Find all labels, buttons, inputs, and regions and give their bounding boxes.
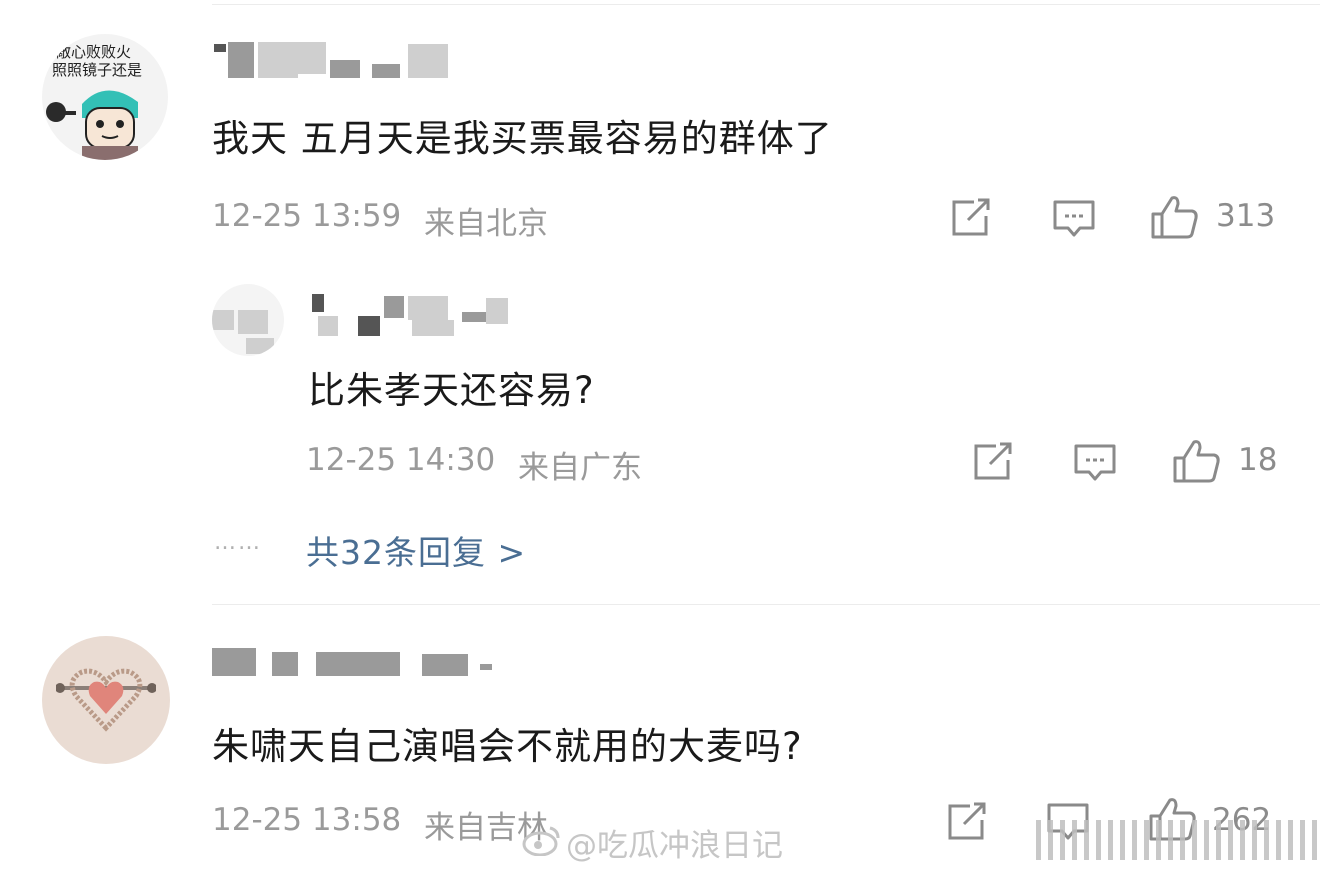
comment-icon[interactable] (1073, 443, 1117, 483)
comment-icon[interactable] (1052, 199, 1096, 239)
watermark-obscured-area (1036, 820, 1320, 860)
comment-item: 敵心败败火 照照镜子还是 我天 五月天是我买票最容易的群体了 12-25 13:… (0, 0, 1320, 250)
more-replies-dots: …… (214, 530, 262, 555)
weibo-logo-icon (522, 826, 560, 856)
share-icon[interactable] (972, 442, 1014, 482)
comment-divider (212, 604, 1320, 605)
comment-location: 来自北京 (424, 206, 548, 242)
reply-text: 比朱孝天还容易? (308, 369, 595, 412)
reply-time: 12-25 14:30 (306, 442, 496, 478)
avatar-text-line-2: 照照镜子还是 (52, 61, 143, 79)
like-count: 313 (1216, 198, 1276, 234)
avatar[interactable]: 敵心败败火 照照镜子还是 (42, 34, 168, 160)
username[interactable] (212, 644, 502, 678)
comment-time: 12-25 13:59 (212, 198, 402, 234)
more-replies-link[interactable]: 共32条回复 > (306, 526, 526, 574)
share-icon[interactable] (950, 198, 992, 238)
avatar[interactable] (42, 636, 170, 764)
avatar-cartoon-figure (46, 90, 138, 160)
username[interactable] (212, 40, 462, 82)
comment-text: 我天 五月天是我买票最容易的群体了 (212, 117, 833, 160)
username[interactable] (312, 292, 512, 338)
reply-location: 来自广东 (518, 450, 642, 486)
comment-text: 朱啸天自己演唱会不就用的大麦吗? (212, 725, 803, 768)
heart-jewelry-image (56, 668, 156, 732)
like-icon[interactable] (1150, 194, 1200, 240)
share-icon[interactable] (946, 802, 988, 842)
reply-item: 比朱孝天还容易? 12-25 14:30 来自广东 18 (0, 270, 1320, 500)
comment-time: 12-25 13:58 (212, 802, 402, 838)
like-count: 18 (1238, 442, 1278, 478)
avatar[interactable] (212, 284, 284, 356)
watermark-text: @吃瓜冲浪日记 (566, 828, 783, 864)
avatar-text-line-1: 敵心败败火 (56, 43, 132, 61)
like-icon[interactable] (1172, 438, 1222, 484)
